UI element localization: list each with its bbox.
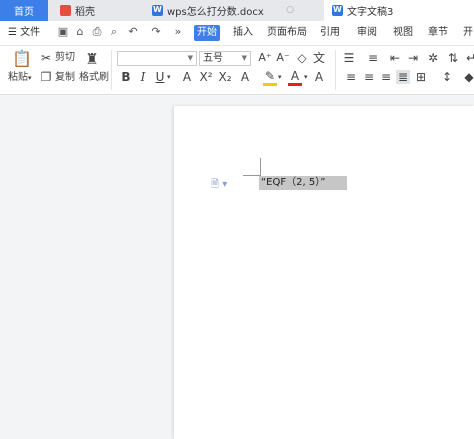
more-quick-icon[interactable]: » — [172, 26, 184, 38]
menu-view[interactable]: 视图 — [393, 21, 413, 45]
menu-chapter[interactable]: 章节 — [428, 21, 448, 45]
clear-format-icon[interactable]: ◇ — [295, 51, 309, 65]
document-page[interactable] — [174, 106, 474, 439]
align-right-icon[interactable]: ≡ — [379, 70, 393, 84]
font-size-select[interactable]: 五号 ▼ — [199, 51, 251, 66]
undo-icon[interactable]: ↶ — [127, 26, 139, 38]
menu-review[interactable]: 审阅 — [357, 21, 377, 45]
paste-dropdown-icon[interactable]: ▾ — [28, 71, 32, 85]
daoke-icon — [60, 5, 71, 16]
preview-icon[interactable]: ⌕ — [108, 26, 120, 38]
divider — [335, 50, 336, 90]
font-color-dropdown-icon[interactable]: ▾ — [304, 70, 308, 84]
divider — [111, 50, 112, 90]
tab-daoke-label: 稻壳 — [75, 7, 95, 18]
paste-button[interactable]: 粘贴 — [8, 71, 28, 85]
margin-corner-mark — [260, 158, 261, 176]
menu-start[interactable]: 开始 — [194, 25, 220, 41]
menu-reference[interactable]: 引用 — [320, 21, 340, 45]
highlight-dropdown-icon[interactable]: ▾ — [278, 70, 282, 84]
line-spacing-icon[interactable]: ↕ — [440, 70, 454, 84]
tab-home[interactable]: 首页 — [0, 0, 48, 21]
sort-icon[interactable]: ⇅ — [446, 51, 460, 65]
highlight-icon[interactable]: ✎ — [263, 69, 277, 86]
menu-file-label: 文件 — [20, 27, 41, 38]
cut-button[interactable]: 剪切 — [55, 51, 75, 65]
chinese-layout-icon[interactable]: ✲ — [426, 51, 440, 65]
align-center-icon[interactable]: ≡ — [362, 70, 376, 84]
menu-page-layout[interactable]: 页面布局 — [267, 21, 307, 45]
print-icon[interactable]: ⎙ — [91, 26, 103, 38]
strikethrough-icon[interactable]: X² — [199, 70, 213, 84]
redo-icon[interactable]: ↷ — [150, 26, 162, 38]
paragraph-layout-icon[interactable]: 🗎 ▾ — [211, 177, 227, 194]
increase-indent-icon[interactable]: ⇥ — [406, 51, 420, 65]
tab-bar: 首页 稻壳 wps怎么打分数.docx ○ 文字文稿3 — [0, 0, 474, 21]
chevron-down-icon: ▼ — [241, 54, 247, 62]
save-icon[interactable]: ▣ — [57, 26, 69, 38]
copy-icon[interactable]: ❐ — [39, 70, 53, 84]
menu-insert[interactable]: 插入 — [233, 21, 253, 45]
close-icon[interactable]: ○ — [286, 5, 294, 15]
tab-home-label: 首页 — [14, 7, 34, 18]
char-border-icon[interactable]: A — [238, 70, 252, 84]
font-size-value: 五号 — [203, 53, 223, 64]
writer-doc-icon — [152, 5, 163, 16]
format-painter-button[interactable]: 格式刷 — [79, 71, 109, 85]
font-color-icon[interactable]: A — [288, 69, 302, 86]
pinyin-icon[interactable]: 文 — [312, 51, 326, 65]
shrink-font-icon[interactable]: A⁻ — [276, 51, 290, 65]
shading-icon[interactable]: ◆ — [462, 70, 474, 84]
scissors-icon[interactable]: ✂ — [39, 51, 53, 65]
hamburger-icon: ☰ — [8, 27, 17, 38]
tab-doc3[interactable]: 文字文稿3 — [324, 0, 474, 21]
bold-icon[interactable]: B — [119, 70, 133, 84]
numbered-list-icon[interactable]: ≡ — [366, 51, 380, 65]
format-icon[interactable]: ⌂ — [74, 26, 86, 38]
ribbon-toolbar: 📋 粘贴 ▾ ✂ 剪切 ❐ 复制 ♜ 格式刷 ▼ 五号 ▼ A⁺ A⁻ ◇ 文 B… — [0, 46, 474, 95]
decrease-indent-icon[interactable]: ⇤ — [388, 51, 402, 65]
writer-doc-icon — [332, 5, 343, 16]
tab-daoke[interactable]: 稻壳 — [52, 0, 138, 21]
char-shading-icon[interactable]: A — [312, 70, 326, 84]
grow-font-icon[interactable]: A⁺ — [258, 51, 272, 65]
paste-icon[interactable]: 📋 — [12, 50, 32, 68]
underline-dropdown-icon[interactable]: ▾ — [167, 70, 171, 84]
field-code-text[interactable]: “EQF（2, 5）” — [259, 176, 348, 190]
distributed-align-icon[interactable]: ⊞ — [414, 70, 428, 84]
format-painter-icon[interactable]: ♜ — [84, 50, 100, 68]
tab-wps-doc[interactable]: wps怎么打分数.docx ○ — [144, 0, 320, 21]
subscript-icon[interactable]: X₂ — [218, 70, 232, 84]
menu-more[interactable]: 开 — [463, 21, 473, 45]
tab-doc3-label: 文字文稿3 — [347, 7, 394, 18]
menu-bar: ☰ 文件 ▣ ⌂ ⎙ ⌕ ↶ ↷ » 开始 插入 页面布局 引用 审阅 视图 章… — [0, 21, 474, 46]
align-left-icon[interactable]: ≡ — [344, 70, 358, 84]
bullet-list-icon[interactable]: ☰ — [342, 51, 356, 65]
justify-icon[interactable]: ≣ — [396, 70, 410, 84]
italic-icon[interactable]: I — [136, 70, 150, 84]
chevron-down-icon: ▼ — [187, 54, 193, 62]
copy-button[interactable]: 复制 — [55, 71, 75, 85]
show-marks-icon[interactable]: ↵ — [464, 51, 474, 65]
font-name-select[interactable]: ▼ — [117, 51, 197, 66]
tab-wps-label: wps怎么打分数.docx — [167, 7, 264, 18]
menu-file[interactable]: ☰ 文件 — [8, 21, 40, 45]
font-effect-icon[interactable]: A — [180, 70, 194, 84]
underline-icon[interactable]: U — [153, 70, 167, 84]
